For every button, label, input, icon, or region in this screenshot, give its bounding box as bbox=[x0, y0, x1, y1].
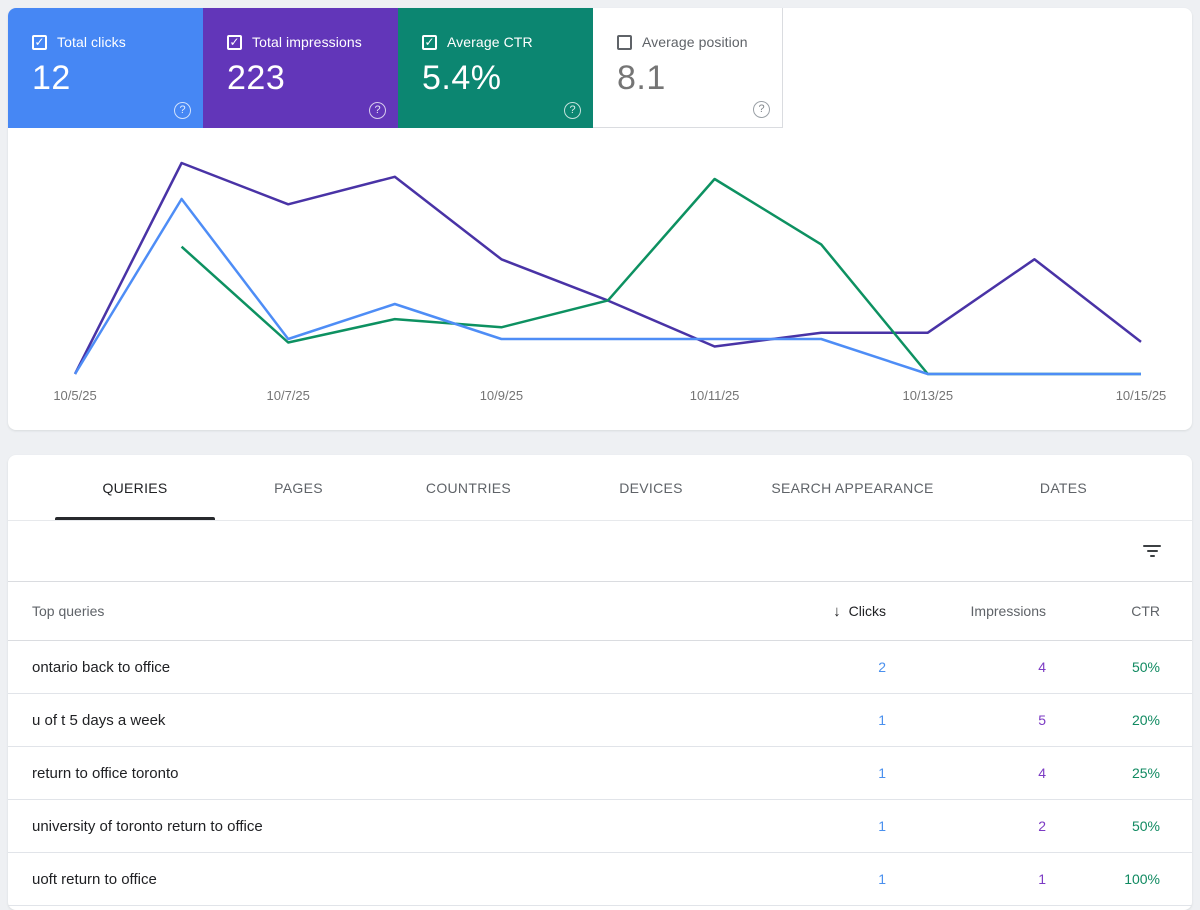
queries-table-header: Top queries ↓ Clicks Impressions CTR bbox=[8, 582, 1192, 641]
check-icon: ✓ bbox=[424, 36, 434, 48]
ctr-cell: 100% bbox=[1046, 871, 1160, 887]
clicks-cell: 1 bbox=[766, 765, 886, 781]
metric-card-header: ✓ Average CTR bbox=[422, 34, 577, 50]
impressions-cell: 2 bbox=[886, 818, 1046, 834]
metric-value: 8.1 bbox=[617, 59, 766, 98]
clicks-cell: 1 bbox=[766, 712, 886, 728]
metric-card-header: ✓ Total impressions bbox=[227, 34, 382, 50]
column-header-impressions[interactable]: Impressions bbox=[886, 603, 1046, 619]
clicks-cell: 1 bbox=[766, 871, 886, 887]
check-icon: ✓ bbox=[34, 36, 44, 48]
metric-value: 223 bbox=[227, 59, 382, 98]
impressions-cell: 1 bbox=[886, 871, 1046, 887]
ctr-cell: 25% bbox=[1046, 765, 1160, 781]
query-cell[interactable]: uoft return to office bbox=[32, 871, 766, 888]
help-icon[interactable]: ? bbox=[753, 101, 770, 118]
impressions-cell: 5 bbox=[886, 712, 1046, 728]
search-console-performance-page: { "colors": { "page_bg": "#eef0f3", "cli… bbox=[0, 0, 1200, 910]
table-row[interactable]: university of toronto return to office 1… bbox=[8, 800, 1192, 853]
metric-card-header: Average position bbox=[617, 34, 766, 50]
impressions-cell: 4 bbox=[886, 659, 1046, 675]
metric-card-average-position[interactable]: Average position 8.1 ? bbox=[593, 8, 783, 128]
query-cell[interactable]: return to office toronto bbox=[32, 765, 766, 782]
query-cell[interactable]: ontario back to office bbox=[32, 659, 766, 676]
metric-card-total-impressions[interactable]: ✓ Total impressions 223 ? bbox=[203, 8, 398, 128]
performance-summary-panel: ✓ Total clicks 12 ? ✓ Total impressions … bbox=[8, 8, 1192, 430]
checkbox-total-clicks-checked-icon[interactable]: ✓ bbox=[32, 35, 47, 50]
tab-countries[interactable]: COUNTRIES bbox=[382, 455, 555, 520]
table-row[interactable]: ontario back to office 2 4 50% bbox=[8, 641, 1192, 694]
metric-value: 12 bbox=[32, 59, 187, 98]
check-icon: ✓ bbox=[229, 36, 239, 48]
metric-value: 5.4% bbox=[422, 59, 577, 98]
tab-search-appearance[interactable]: SEARCH APPEARANCE bbox=[747, 455, 958, 520]
filter-bar-short bbox=[1150, 555, 1155, 557]
x-axis-tick-label: 10/7/25 bbox=[267, 388, 310, 403]
metric-label: Total impressions bbox=[252, 34, 362, 50]
column-header-clicks[interactable]: ↓ Clicks bbox=[766, 603, 886, 620]
tab-queries[interactable]: QUERIES bbox=[55, 455, 215, 520]
tab-devices[interactable]: DEVICES bbox=[555, 455, 747, 520]
metric-label: Total clicks bbox=[57, 34, 126, 50]
checkbox-total-impressions-checked-icon[interactable]: ✓ bbox=[227, 35, 242, 50]
table-row[interactable]: u of t 5 days a week 1 5 20% bbox=[8, 694, 1192, 747]
metric-label: Average CTR bbox=[447, 34, 533, 50]
query-cell[interactable]: u of t 5 days a week bbox=[32, 712, 766, 729]
filter-list-icon[interactable] bbox=[1142, 541, 1162, 561]
column-header-top-queries: Top queries bbox=[32, 603, 766, 619]
x-axis-tick-label: 10/5/25 bbox=[53, 388, 96, 403]
help-icon[interactable]: ? bbox=[564, 102, 581, 119]
checkbox-average-ctr-checked-icon[interactable]: ✓ bbox=[422, 35, 437, 50]
metric-card-header: ✓ Total clicks bbox=[32, 34, 187, 50]
tab-dates[interactable]: DATES bbox=[958, 455, 1169, 520]
metric-card-average-ctr[interactable]: ✓ Average CTR 5.4% ? bbox=[398, 8, 593, 128]
ctr-cell: 50% bbox=[1046, 659, 1160, 675]
table-row[interactable]: return to office toronto 1 4 25% bbox=[8, 747, 1192, 800]
clicks-cell: 1 bbox=[766, 818, 886, 834]
x-axis-tick-label: 10/9/25 bbox=[480, 388, 523, 403]
query-cell[interactable]: university of toronto return to office bbox=[32, 818, 766, 835]
x-axis-tick-label: 10/13/25 bbox=[902, 388, 953, 403]
ctr-cell: 20% bbox=[1046, 712, 1160, 728]
table-toolbar bbox=[8, 521, 1192, 582]
metric-label: Average position bbox=[642, 34, 748, 50]
metric-cards-row: ✓ Total clicks 12 ? ✓ Total impressions … bbox=[8, 8, 1192, 128]
checkbox-average-position-unchecked-icon[interactable] bbox=[617, 35, 632, 50]
ctr-cell: 50% bbox=[1046, 818, 1160, 834]
dimensions-panel: QUERIES PAGES COUNTRIES DEVICES SEARCH A… bbox=[8, 455, 1192, 910]
table-row[interactable]: uoft return to office 1 1 100% bbox=[8, 853, 1192, 906]
filter-bar-medium bbox=[1147, 550, 1158, 552]
tab-pages[interactable]: PAGES bbox=[215, 455, 382, 520]
metric-card-total-clicks[interactable]: ✓ Total clicks 12 ? bbox=[8, 8, 203, 128]
chart-line-0 bbox=[75, 199, 1141, 374]
x-axis-tick-label: 10/15/25 bbox=[1116, 388, 1167, 403]
x-axis-tick-label: 10/11/25 bbox=[690, 388, 740, 403]
dimension-tabs: QUERIES PAGES COUNTRIES DEVICES SEARCH A… bbox=[8, 455, 1192, 521]
column-header-clicks-label: Clicks bbox=[849, 603, 886, 619]
performance-line-chart: 10/5/25 10/7/25 10/9/25 10/11/25 10/13/25 10/… bbox=[8, 140, 1192, 420]
filter-bar-long bbox=[1143, 545, 1161, 547]
clicks-cell: 2 bbox=[766, 659, 886, 675]
help-icon[interactable]: ? bbox=[174, 102, 191, 119]
impressions-cell: 4 bbox=[886, 765, 1046, 781]
column-header-ctr[interactable]: CTR bbox=[1046, 603, 1160, 619]
help-icon[interactable]: ? bbox=[369, 102, 386, 119]
sort-desc-icon: ↓ bbox=[833, 603, 841, 620]
chart-line-2 bbox=[182, 179, 1141, 374]
